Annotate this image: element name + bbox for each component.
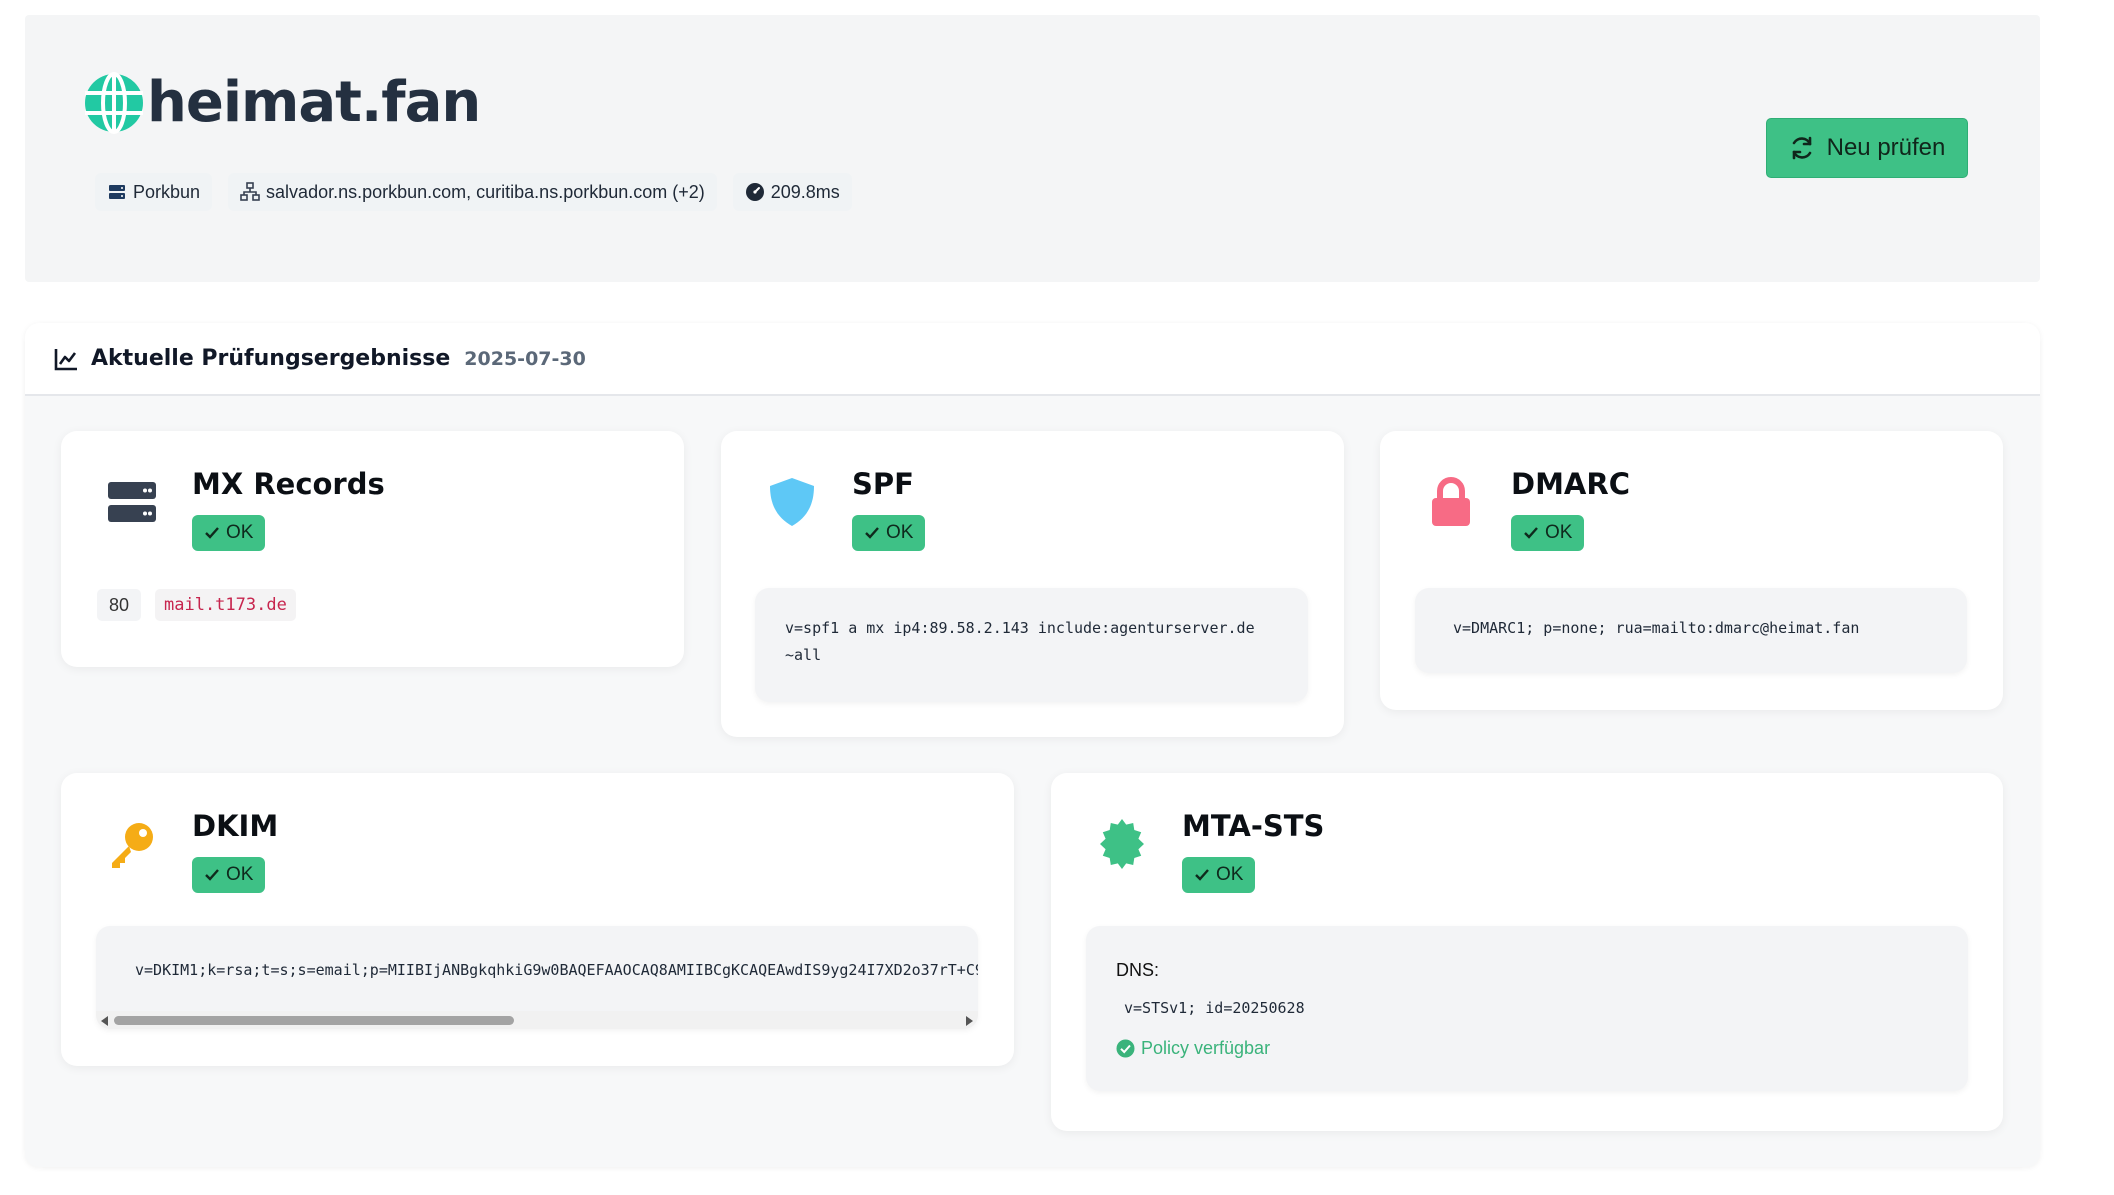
dns-record: v=STSv1; id=20250628: [1124, 999, 1305, 1017]
dkim-card: DKIM OK v=DKIM1;k=rsa;t=s;s=email;p=MIIB…: [61, 773, 1014, 1066]
dkim-title: DKIM: [192, 809, 279, 843]
policy-status: Policy verfügbar: [1116, 1035, 1270, 1062]
check-icon: [1195, 869, 1209, 881]
mta-sts-title: MTA-STS: [1182, 809, 1325, 843]
key-icon: [112, 823, 153, 868]
dkim-record[interactable]: v=DKIM1;k=rsa;t=s;s=email;p=MIIBIjANBgkq…: [96, 926, 978, 1029]
dkim-record-text: v=DKIM1;k=rsa;t=s;s=email;p=MIIBIjANBgkq…: [135, 961, 978, 979]
chart-line-icon: [54, 348, 77, 370]
results-date: 2025-07-30: [464, 347, 586, 370]
recheck-label: Neu prüfen: [1826, 134, 1946, 161]
dmarc-record-text: v=DMARC1; p=none; rua=mailto:dmarc@heima…: [1453, 619, 1860, 637]
status-text: OK: [1216, 864, 1244, 885]
scroll-left-icon[interactable]: [101, 1016, 108, 1026]
mx-priority: 80: [97, 589, 142, 621]
network-icon: [240, 182, 260, 201]
response-time-chip: 209.8ms: [732, 173, 852, 211]
registrar-name: Porkbun: [133, 181, 201, 202]
spf-title: SPF: [852, 467, 914, 501]
scroll-right-icon[interactable]: [966, 1016, 973, 1026]
dmarc-record: v=DMARC1; p=none; rua=mailto:dmarc@heima…: [1415, 588, 1967, 673]
response-time: 209.8ms: [770, 181, 840, 202]
spf-record: v=spf1 a mx ip4:89.58.2.143 include:agen…: [755, 588, 1308, 702]
server-icon: [109, 185, 125, 199]
mx-host: mail.t173.de: [155, 589, 296, 621]
status-badge: OK: [852, 515, 926, 551]
domain-header: heimat.fan Porkbun salvador.ns.porkbun.c…: [25, 15, 2040, 282]
mta-sts-record: DNS: v=STSv1; id=20250628 Policy verfügb…: [1086, 926, 1968, 1091]
check-icon: [205, 527, 219, 539]
scrollbar-thumb[interactable]: [114, 1016, 514, 1025]
results-title: Aktuelle Prüfungsergebnisse: [91, 346, 451, 371]
certificate-icon: [1100, 819, 1144, 869]
lock-icon: [1432, 477, 1470, 526]
site-title: heimat.fan: [147, 70, 481, 135]
status-badge: OK: [192, 515, 266, 551]
horizontal-scrollbar[interactable]: [96, 1011, 978, 1029]
refresh-icon: [1792, 136, 1811, 160]
dns-label: DNS:: [1116, 960, 1160, 980]
check-icon: [1524, 527, 1538, 539]
check-icon: [865, 527, 879, 539]
status-text: OK: [226, 522, 254, 543]
check-circle-icon: [1116, 1039, 1135, 1058]
gauge-icon: [745, 183, 764, 201]
mx-title: MX Records: [192, 467, 385, 501]
spf-record-text: v=spf1 a mx ip4:89.58.2.143 include:agen…: [785, 619, 1255, 664]
registrar-chip: Porkbun: [95, 173, 213, 211]
nameserver-list: salvador.ns.porkbun.com, curitiba.ns.por…: [266, 181, 705, 202]
status-badge: OK: [1182, 857, 1256, 893]
policy-text: Policy verfügbar: [1141, 1038, 1271, 1058]
dmarc-title: DMARC: [1511, 467, 1630, 501]
nameservers-chip: salvador.ns.porkbun.com, curitiba.ns.por…: [228, 173, 717, 211]
status-badge: OK: [192, 857, 266, 893]
status-text: OK: [1545, 522, 1573, 543]
recheck-button[interactable]: Neu prüfen: [1766, 118, 1968, 178]
mx-card: MX Records OK 80 mail.t173.de: [61, 431, 684, 667]
dmarc-card: DMARC OK v=DMARC1; p=none; rua=mailto:dm…: [1380, 431, 2003, 710]
logo-row: heimat.fan: [83, 70, 481, 135]
check-icon: [205, 869, 219, 881]
results-header: Aktuelle Prüfungsergebnisse 2025-07-30: [25, 323, 2040, 396]
status-badge: OK: [1511, 515, 1585, 551]
globe-icon: [85, 72, 143, 134]
status-text: OK: [226, 864, 254, 885]
domain-meta: Porkbun salvador.ns.porkbun.com, curitib…: [95, 173, 852, 211]
shield-icon: [770, 478, 814, 526]
status-text: OK: [886, 522, 914, 543]
mta-sts-card: MTA-STS OK DNS: v=STSv1; id=20250628 Pol…: [1051, 773, 2003, 1131]
results-panel: Aktuelle Prüfungsergebnisse 2025-07-30 M…: [25, 323, 2040, 1167]
spf-card: SPF OK v=spf1 a mx ip4:89.58.2.143 inclu…: [721, 431, 1344, 737]
server-icon: [108, 482, 156, 522]
